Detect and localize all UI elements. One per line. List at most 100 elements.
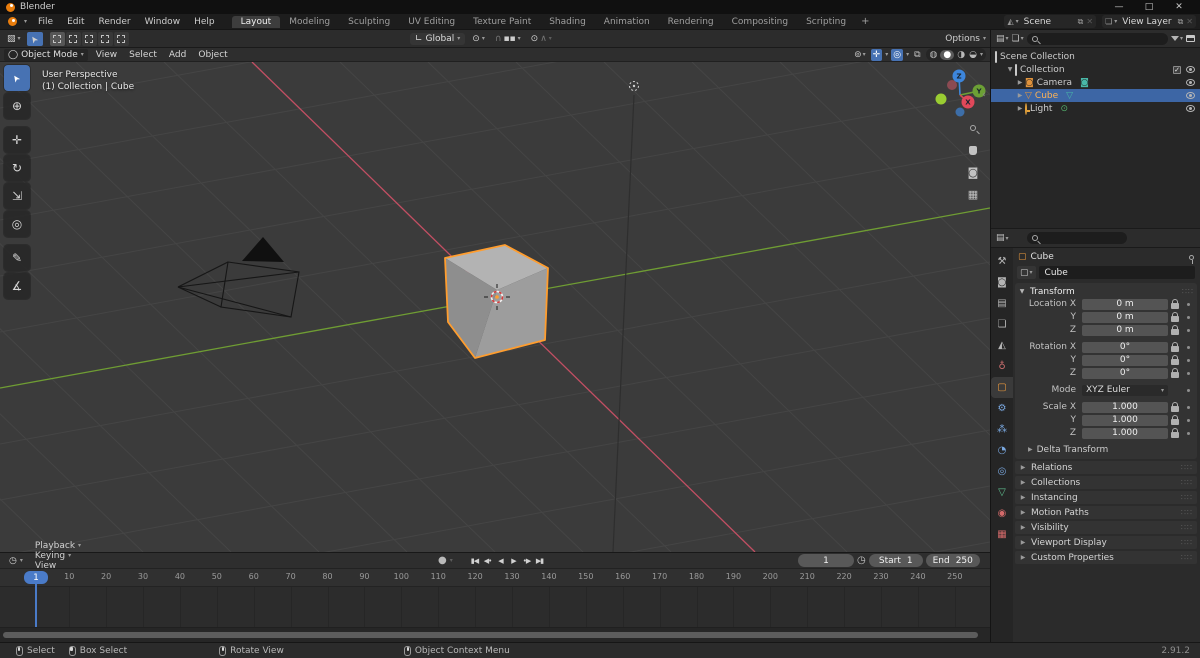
pivot-point-dropdown[interactable]: ⊙ ▾ [469,33,488,45]
move-tool[interactable]: ✛ [4,127,30,153]
animate-dot-icon[interactable] [1186,371,1190,375]
lock-icon[interactable] [1171,341,1179,352]
select-mode-set[interactable] [49,31,65,46]
play-button[interactable]: ▶ [507,557,520,565]
annotate-tool[interactable]: ✎ [4,245,30,271]
properties-tab-modifiers[interactable]: ⚙ [991,398,1013,419]
animate-dot-icon[interactable] [1186,315,1190,319]
timeline-scrollbar-thumb[interactable] [3,632,978,638]
expander-open-icon[interactable]: ▼ [1005,66,1015,73]
properties-tab-world[interactable]: ♁ [991,356,1013,377]
value-field[interactable]: 1.000 [1082,414,1168,426]
workspace-tab-scripting[interactable]: Scripting [797,16,855,28]
mode-dropdown[interactable]: XYZ Euler ▾ [1082,384,1168,396]
zoom-button[interactable] [962,118,984,138]
menu-edit[interactable]: Edit [60,17,91,27]
properties-tab-view-layer[interactable]: ❏ [991,314,1013,335]
transform-orientation-dropdown[interactable]: ∟ Global ▾ [410,32,466,45]
visibility-eye-icon[interactable] [1186,66,1195,73]
scale-tool[interactable]: ⇲ [4,183,30,209]
object-type-visibility-dropdown[interactable]: ⊚ ▾ [852,49,868,61]
properties-tab-constraints[interactable]: ◎ [991,461,1013,482]
properties-search-input[interactable] [1040,233,1122,243]
xray-toggle[interactable]: ⧉ [912,49,922,61]
scene-name[interactable]: Scene [1020,17,1076,27]
outliner-row-scene-collection[interactable]: Scene Collection [991,50,1200,63]
properties-editor-type-button[interactable]: ▤ ▾ [996,233,1009,243]
view-layer-selector[interactable]: ❏ ▾ View Layer ⧉ ✕ [1102,15,1196,28]
select-mode-subtract[interactable] [81,31,97,46]
light-gizmo[interactable] [629,81,639,91]
shading-material-button[interactable]: ◑ [956,50,966,60]
workspace-tab-modeling[interactable]: Modeling [280,16,339,28]
new-collection-button[interactable] [1186,35,1195,42]
panel-custom-properties[interactable]: ▶ Custom Properties ∷∷ [1015,551,1197,564]
value-field[interactable]: 1.000 [1082,427,1168,439]
select-mode-invert[interactable] [97,31,113,46]
collection-checkbox[interactable]: ✓ [1173,65,1181,74]
pan-hand-button[interactable] [962,140,984,160]
lock-icon[interactable] [1171,401,1179,412]
viewport-menu-object[interactable]: Object [192,50,233,60]
expander-closed-icon[interactable]: ▶ [1015,105,1025,112]
workspace-tab-layout[interactable]: Layout [231,15,281,28]
value-field[interactable]: 0° [1082,341,1168,353]
properties-tab-object-data[interactable]: ▽ [991,482,1013,503]
value-field[interactable]: 0 m [1082,324,1168,336]
menu-help[interactable]: Help [187,17,222,27]
timeline-editor-type-button[interactable]: ◷ ▾ [4,556,28,566]
timeline-menu-keying[interactable]: Keying ▾ [30,551,86,561]
outliner-search-input[interactable] [1040,33,1163,44]
panel-motion-paths[interactable]: ▶ Motion Paths ∷∷ [1015,506,1197,519]
select-mode-intersect[interactable] [113,31,129,46]
workspace-tab-sculpting[interactable]: Sculpting [339,16,399,28]
workspace-tab-compositing[interactable]: Compositing [723,16,797,28]
properties-tab-output[interactable]: ▤ [991,293,1013,314]
rotate-tool[interactable]: ↻ [4,155,30,181]
transform-tool[interactable]: ◎ [4,211,30,237]
workspace-tab-texture-paint[interactable]: Texture Paint [464,16,540,28]
menu-file[interactable]: File [31,17,60,27]
properties-tab-render[interactable]: ◙ [991,272,1013,293]
jump-to-prev-keyframe-button[interactable]: ◀• [481,557,494,565]
visibility-eye-icon[interactable] [1186,79,1195,86]
minimize-button[interactable]: — [1104,2,1134,12]
axis-neg-x-ball[interactable] [947,80,957,90]
panel-visibility[interactable]: ▶ Visibility ∷∷ [1015,521,1197,534]
jump-to-start-button[interactable]: ▮◀ [468,557,481,565]
visibility-eye-icon[interactable] [1186,92,1195,99]
animate-dot-icon[interactable] [1186,358,1190,362]
playhead-badge[interactable]: 1 [24,571,48,584]
drag-handle-icon[interactable]: ∷∷ [1182,287,1194,296]
lock-icon[interactable] [1171,367,1179,378]
cube-object[interactable] [444,244,549,359]
lock-icon[interactable] [1171,414,1179,425]
panel-viewport-display[interactable]: ▶ Viewport Display ∷∷ [1015,536,1197,549]
menu-render[interactable]: Render [92,17,138,27]
camera-object[interactable] [177,237,300,318]
add-workspace-button[interactable]: + [855,16,875,27]
expander-closed-icon[interactable]: ▶ [1015,79,1025,86]
frame-start-field[interactable]: Start 1 [868,554,923,567]
panel-instancing[interactable]: ▶ Instancing ∷∷ [1015,491,1197,504]
timeline-ruler[interactable]: 10 20 30 40 50 60 70 80 90 100 110 120 130 140 150 160 1… [0,569,990,587]
jump-to-end-button[interactable]: ▶▮ [533,557,546,565]
properties-tab-object[interactable]: ▢ [991,377,1013,398]
animate-dot-icon[interactable] [1186,405,1190,409]
unlink-scene-icon[interactable]: ✕ [1085,17,1094,26]
cursor-tool[interactable]: ⊕ [4,93,30,119]
auto-keying-toggle[interactable]: ● ▾ [438,555,453,566]
panel-collections[interactable]: ▶ Collections ∷∷ [1015,476,1197,489]
properties-tab-particles[interactable]: ⁂ [991,419,1013,440]
value-field[interactable]: 0° [1082,354,1168,366]
current-frame-field[interactable]: 1 [798,554,854,567]
object-type-button[interactable]: ▢ ▾ [1017,266,1036,279]
expander-closed-icon[interactable]: ▶ [1015,92,1025,99]
animate-dot-icon[interactable] [1186,328,1190,332]
outliner-row-collection[interactable]: ▼ Collection ✓ [991,63,1200,76]
use-preview-range-icon[interactable]: ◷ [857,555,866,566]
axis-neg-z-ball[interactable] [955,107,965,117]
proportional-editing-toggle[interactable]: ⊙ ∧ ▾ [528,33,555,45]
playhead-line[interactable] [35,584,37,627]
outliner-row-camera[interactable]: ▶ ◙ Camera ◙ [991,76,1200,89]
